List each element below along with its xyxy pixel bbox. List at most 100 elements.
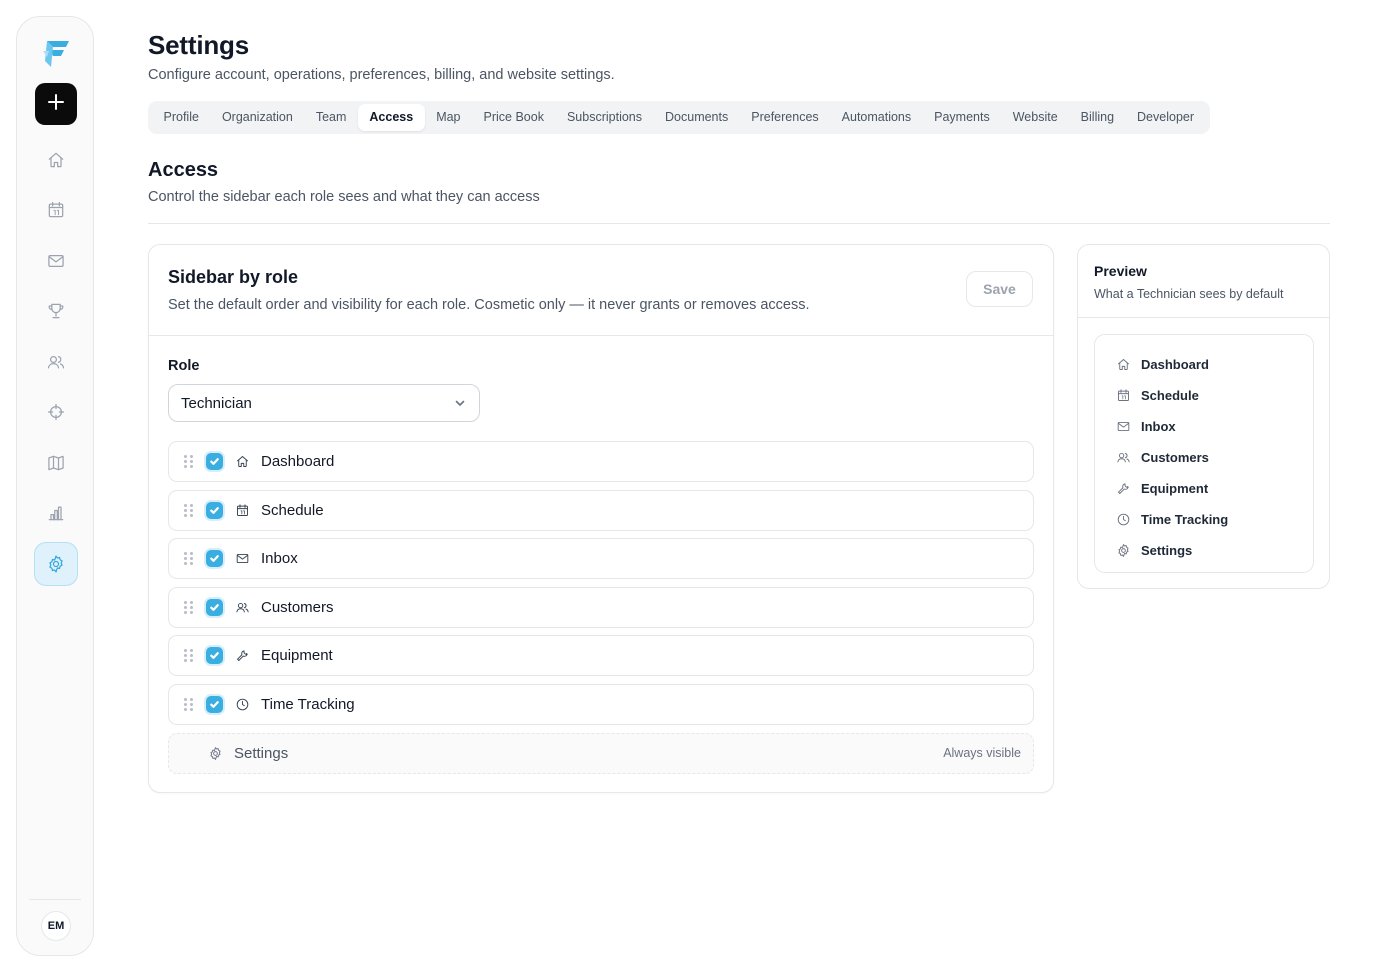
check-icon	[210, 458, 219, 465]
tab-price-book[interactable]: Price Book	[472, 104, 555, 131]
nav-inbox[interactable]	[35, 240, 77, 282]
drag-handle-icon[interactable]	[184, 600, 194, 614]
always-visible-note: Always visible	[943, 746, 1021, 761]
brand-logo[interactable]	[39, 37, 73, 69]
clock-icon	[234, 696, 251, 713]
preview-item-label: Settings	[1141, 543, 1193, 558]
section-divider	[148, 223, 1330, 224]
role-select-value: Technician	[181, 394, 252, 412]
tab-automations[interactable]: Automations	[830, 104, 922, 131]
visibility-checkbox[interactable]	[206, 647, 223, 665]
calendar-icon	[234, 502, 251, 519]
card-subtitle: Set the default order and visibility for…	[168, 297, 810, 313]
page-subtitle: Configure account, operations, preferenc…	[148, 67, 615, 83]
nav-achievements[interactable]	[35, 290, 77, 332]
section-title: Access	[148, 159, 219, 181]
visibility-checkbox[interactable]	[206, 550, 223, 568]
tab-documents[interactable]: Documents	[654, 104, 740, 131]
preview-item[interactable]: Time Tracking	[1095, 504, 1313, 535]
item-label: Schedule	[261, 501, 324, 519]
mail-icon	[234, 550, 251, 567]
preview-item[interactable]: Customers	[1095, 442, 1313, 473]
item-label: Equipment	[261, 647, 333, 665]
rail-divider	[29, 899, 81, 900]
check-icon	[210, 555, 219, 563]
home-icon	[1116, 357, 1131, 372]
tab-preferences[interactable]: Preferences	[740, 104, 830, 131]
role-select[interactable]: Technician	[168, 384, 480, 422]
card-title: Sidebar by role	[168, 267, 299, 287]
preview-item[interactable]: Settings	[1095, 535, 1313, 566]
drag-handle-icon[interactable]	[184, 455, 194, 469]
preview-item-label: Schedule	[1141, 388, 1199, 403]
save-button[interactable]: Save	[966, 271, 1033, 307]
list-item: Customers	[168, 586, 1034, 628]
visibility-checkbox[interactable]	[206, 695, 223, 713]
add-new-button[interactable]	[35, 83, 77, 125]
nav-schedule[interactable]	[35, 189, 77, 231]
preview-sidebar: Dashboard Schedule Inbox Customers Equip…	[1094, 334, 1314, 573]
check-icon	[210, 506, 219, 514]
users-icon	[46, 352, 66, 372]
nav-reports[interactable]	[35, 492, 77, 534]
check-icon	[210, 652, 219, 660]
tab-subscriptions[interactable]: Subscriptions	[555, 104, 653, 131]
nav-home[interactable]	[35, 139, 77, 181]
preview-item-label: Inbox	[1141, 419, 1176, 434]
check-icon	[210, 701, 219, 708]
tab-map[interactable]: Map	[425, 104, 472, 131]
trophy-icon	[46, 301, 66, 321]
home-icon	[46, 150, 66, 170]
home-icon	[234, 453, 251, 470]
preview-item[interactable]: Inbox	[1095, 411, 1313, 442]
visibility-checkbox[interactable]	[206, 598, 223, 616]
sidebar-by-role-card: Sidebar by role Set the default order an…	[148, 244, 1054, 793]
preview-item[interactable]: Dashboard	[1095, 349, 1313, 380]
item-label: Inbox	[261, 550, 298, 568]
bar-chart-icon	[46, 503, 66, 523]
chevron-down-icon	[455, 400, 465, 406]
drag-handle-icon[interactable]	[184, 503, 194, 517]
calendar-icon	[46, 200, 66, 220]
tab-billing[interactable]: Billing	[1069, 104, 1125, 131]
item-label: Settings	[234, 744, 289, 762]
preview-item[interactable]: Equipment	[1095, 473, 1313, 504]
tab-profile[interactable]: Profile	[152, 104, 210, 131]
visibility-checkbox[interactable]	[206, 453, 223, 470]
nav-settings[interactable]	[34, 542, 78, 586]
clock-icon	[1116, 512, 1131, 527]
list-item: Dashboard	[168, 441, 1034, 482]
preview-title: Preview	[1094, 263, 1147, 279]
item-label: Time Tracking	[261, 695, 355, 713]
card-header: Sidebar by role Set the default order an…	[149, 245, 1053, 336]
nav-targets[interactable]	[35, 391, 77, 433]
locked-list-item: Settings Always visible	[168, 732, 1034, 774]
nav-customers[interactable]	[35, 341, 77, 383]
settings-tabs: Profile Organization Team Access Map Pri…	[148, 101, 1210, 134]
tab-developer[interactable]: Developer	[1126, 104, 1206, 131]
user-avatar[interactable]: EM	[41, 911, 71, 941]
tab-website[interactable]: Website	[1001, 104, 1069, 131]
nav-map[interactable]	[35, 442, 77, 484]
drag-handle-icon[interactable]	[184, 649, 194, 663]
visibility-checkbox[interactable]	[206, 501, 223, 519]
gear-icon	[1116, 543, 1131, 558]
mail-icon	[46, 251, 66, 271]
tab-access[interactable]: Access	[357, 104, 425, 131]
item-label: Customers	[261, 598, 334, 616]
list-item: Equipment	[168, 635, 1034, 677]
gear-icon	[207, 745, 224, 762]
drag-handle-icon[interactable]	[184, 552, 194, 566]
preview-item[interactable]: Schedule	[1095, 380, 1313, 411]
users-icon	[1116, 450, 1131, 465]
tab-organization[interactable]: Organization	[210, 104, 304, 131]
tab-payments[interactable]: Payments	[923, 104, 1002, 131]
preview-subtitle: What a Technician sees by default	[1094, 287, 1284, 301]
drag-handle-icon[interactable]	[184, 697, 194, 711]
role-label: Role	[168, 358, 200, 374]
wrench-icon	[234, 647, 251, 664]
page-title: Settings	[148, 30, 249, 60]
tab-team[interactable]: Team	[304, 104, 358, 131]
mail-icon	[1116, 419, 1131, 434]
users-icon	[234, 599, 251, 616]
